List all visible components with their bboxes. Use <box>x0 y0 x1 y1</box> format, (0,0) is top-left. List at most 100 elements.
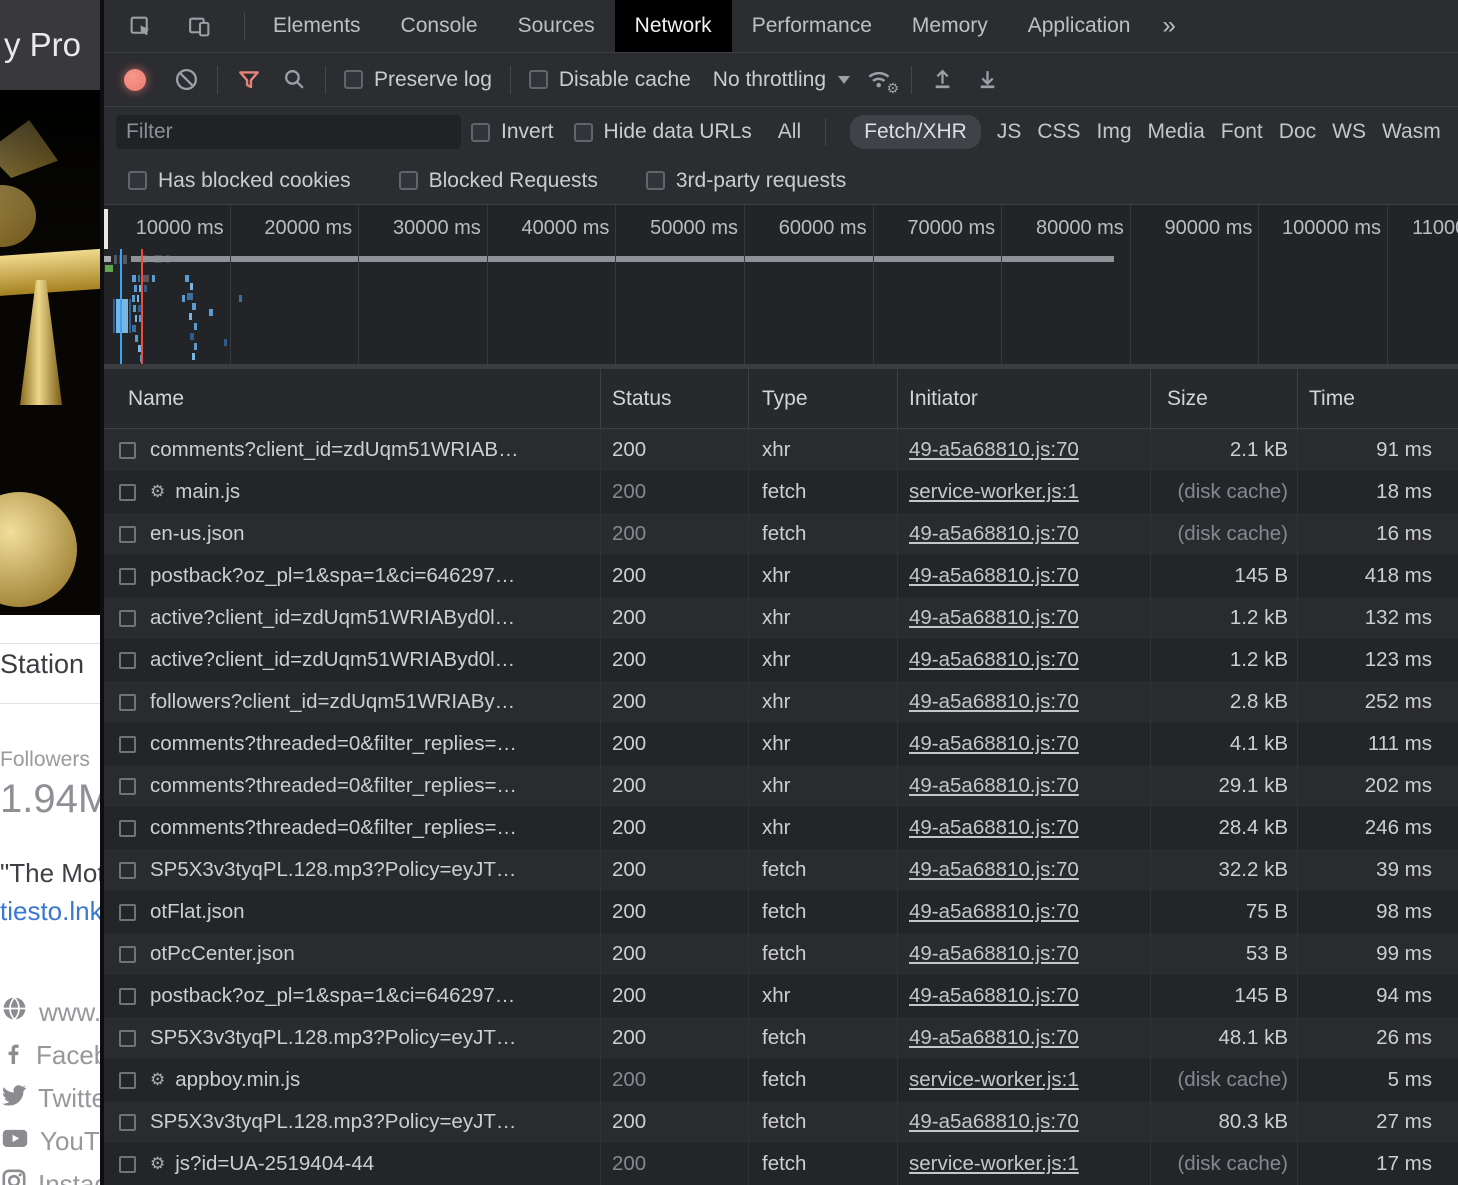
row-checkbox[interactable] <box>119 946 136 963</box>
export-har-icon[interactable] <box>975 67 1000 92</box>
tab-sources[interactable]: Sources <box>498 0 615 52</box>
tab-network[interactable]: Network <box>615 0 732 52</box>
device-toolbar-icon[interactable] <box>187 14 212 39</box>
third-party-toggle[interactable]: 3rd-party requests <box>646 169 846 193</box>
table-row[interactable]: comments?client_id=zdUqm51WRIAB…200xhr49… <box>104 429 1458 471</box>
row-checkbox[interactable] <box>119 484 136 501</box>
tab-console[interactable]: Console <box>381 0 498 52</box>
filter-icon[interactable] <box>236 67 262 93</box>
initiator-link[interactable]: 49-a5a68810.js:70 <box>909 816 1079 840</box>
request-type-ws[interactable]: WS <box>1332 120 1366 144</box>
table-row[interactable]: ⚙js?id=UA-2519404-44200fetchservice-work… <box>104 1143 1458 1185</box>
table-row[interactable]: otPcCenter.json200fetch49-a5a68810.js:70… <box>104 933 1458 975</box>
has-blocked-cookies-checkbox[interactable] <box>128 171 147 190</box>
blocked-requests-toggle[interactable]: Blocked Requests <box>399 169 598 193</box>
tab-application[interactable]: Application <box>1008 0 1151 52</box>
initiator-link[interactable]: 49-a5a68810.js:70 <box>909 774 1079 798</box>
table-row[interactable]: en-us.json200fetch49-a5a68810.js:70(disk… <box>104 513 1458 555</box>
initiator-link[interactable]: 49-a5a68810.js:70 <box>909 732 1079 756</box>
throttling-dropdown[interactable]: No throttling <box>713 68 850 92</box>
table-row[interactable]: active?client_id=zdUqm51WRIAByd0l…200xhr… <box>104 597 1458 639</box>
tab-performance[interactable]: Performance <box>732 0 892 52</box>
disable-cache-checkbox[interactable] <box>529 70 548 89</box>
column-header-time[interactable]: Time <box>1298 369 1458 428</box>
initiator-link[interactable]: service-worker.js:1 <box>909 1152 1079 1176</box>
column-header-status[interactable]: Status <box>601 369 749 428</box>
has-blocked-cookies-toggle[interactable]: Has blocked cookies <box>128 169 351 193</box>
table-row[interactable]: SP5X3v3tyqPL.128.mp3?Policy=eyJT…200fetc… <box>104 849 1458 891</box>
row-checkbox[interactable] <box>119 1072 136 1089</box>
request-type-doc[interactable]: Doc <box>1279 120 1316 144</box>
row-checkbox[interactable] <box>119 652 136 669</box>
initiator-link[interactable]: 49-a5a68810.js:70 <box>909 438 1079 462</box>
social-link-faceb[interactable]: Faceb <box>2 1040 100 1070</box>
initiator-link[interactable]: 49-a5a68810.js:70 <box>909 900 1079 924</box>
table-row[interactable]: SP5X3v3tyqPL.128.mp3?Policy=eyJT…200fetc… <box>104 1017 1458 1059</box>
social-link-youtu[interactable]: YouTu <box>2 1126 100 1156</box>
overview-waterfall[interactable] <box>104 247 1458 364</box>
record-button[interactable] <box>124 69 146 91</box>
initiator-link[interactable]: service-worker.js:1 <box>909 480 1079 504</box>
social-link-twitte[interactable]: Twitte <box>2 1083 100 1113</box>
column-header-size[interactable]: Size <box>1151 369 1298 428</box>
blocked-requests-checkbox[interactable] <box>399 171 418 190</box>
clear-icon[interactable] <box>174 67 199 92</box>
row-checkbox[interactable] <box>119 1156 136 1173</box>
initiator-link[interactable]: 49-a5a68810.js:70 <box>909 606 1079 630</box>
network-overview-timeline[interactable]: 10000 ms20000 ms30000 ms40000 ms50000 ms… <box>104 205 1458 369</box>
table-row[interactable]: followers?client_id=zdUqm51WRIABy…200xhr… <box>104 681 1458 723</box>
row-checkbox[interactable] <box>119 568 136 585</box>
initiator-link[interactable]: 49-a5a68810.js:70 <box>909 690 1079 714</box>
initiator-link[interactable]: 49-a5a68810.js:70 <box>909 1110 1079 1134</box>
request-type-all[interactable]: All <box>778 120 801 144</box>
row-checkbox[interactable] <box>119 988 136 1005</box>
hide-data-urls-toggle[interactable]: Hide data URLs <box>574 120 752 144</box>
table-row[interactable]: comments?threaded=0&filter_replies=…200x… <box>104 723 1458 765</box>
row-checkbox[interactable] <box>119 1030 136 1047</box>
network-conditions-icon[interactable]: ⚙ <box>866 66 893 93</box>
request-type-font[interactable]: Font <box>1221 120 1263 144</box>
column-header-initiator[interactable]: Initiator <box>898 369 1151 428</box>
try-pro-button[interactable]: y Pro <box>0 0 100 90</box>
table-row[interactable]: SP5X3v3tyqPL.128.mp3?Policy=eyJT…200fetc… <box>104 1101 1458 1143</box>
row-checkbox[interactable] <box>119 736 136 753</box>
row-checkbox[interactable] <box>119 820 136 837</box>
initiator-link[interactable]: 49-a5a68810.js:70 <box>909 984 1079 1008</box>
table-row[interactable]: otFlat.json200fetch49-a5a68810.js:7075 B… <box>104 891 1458 933</box>
invert-checkbox[interactable] <box>471 123 490 142</box>
request-type-wasm[interactable]: Wasm <box>1382 120 1441 144</box>
disable-cache-toggle[interactable]: Disable cache <box>529 68 691 92</box>
initiator-link[interactable]: 49-a5a68810.js:70 <box>909 1026 1079 1050</box>
initiator-link[interactable]: 49-a5a68810.js:70 <box>909 942 1079 966</box>
row-checkbox[interactable] <box>119 610 136 627</box>
column-header-name[interactable]: Name <box>104 369 601 428</box>
row-checkbox[interactable] <box>119 904 136 921</box>
row-checkbox[interactable] <box>119 694 136 711</box>
social-link-instag[interactable]: Instag <box>2 1169 100 1185</box>
initiator-link[interactable]: 49-a5a68810.js:70 <box>909 858 1079 882</box>
initiator-link[interactable]: service-worker.js:1 <box>909 1068 1079 1092</box>
table-row[interactable]: postback?oz_pl=1&spa=1&ci=646297…200xhr4… <box>104 975 1458 1017</box>
invert-toggle[interactable]: Invert <box>471 120 554 144</box>
row-checkbox[interactable] <box>119 1114 136 1131</box>
request-type-fetch-xhr[interactable]: Fetch/XHR <box>850 115 981 149</box>
filter-input[interactable] <box>116 115 461 149</box>
initiator-link[interactable]: 49-a5a68810.js:70 <box>909 648 1079 672</box>
preserve-log-toggle[interactable]: Preserve log <box>344 68 492 92</box>
table-row[interactable]: postback?oz_pl=1&spa=1&ci=646297…200xhr4… <box>104 555 1458 597</box>
initiator-link[interactable]: 49-a5a68810.js:70 <box>909 564 1079 588</box>
request-type-css[interactable]: CSS <box>1037 120 1080 144</box>
table-row[interactable]: comments?threaded=0&filter_replies=…200x… <box>104 765 1458 807</box>
bio-link[interactable]: tiesto.lnk <box>0 896 100 927</box>
third-party-checkbox[interactable] <box>646 171 665 190</box>
row-checkbox[interactable] <box>119 862 136 879</box>
tab-memory[interactable]: Memory <box>892 0 1008 52</box>
row-checkbox[interactable] <box>119 778 136 795</box>
hide-data-urls-checkbox[interactable] <box>574 123 593 142</box>
column-header-type[interactable]: Type <box>749 369 898 428</box>
search-icon[interactable] <box>282 67 307 92</box>
table-row[interactable]: ⚙main.js200fetchservice-worker.js:1(disk… <box>104 471 1458 513</box>
import-har-icon[interactable] <box>930 67 955 92</box>
more-tabs-button[interactable]: » <box>1150 0 1187 52</box>
request-type-js[interactable]: JS <box>997 120 1022 144</box>
